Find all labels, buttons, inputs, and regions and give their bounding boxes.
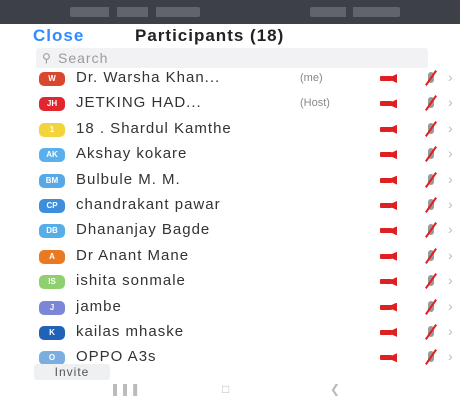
participant-row[interactable]: W Dr. Warsha Khan... (me) › [0, 66, 460, 91]
video-off-icon[interactable] [424, 222, 438, 239]
footer: Invite [0, 362, 460, 382]
participant-row[interactable]: Kkailas mhaske › [0, 320, 460, 345]
status-bar-right-icons [310, 7, 400, 17]
avatar: W [39, 72, 65, 86]
muted-mic-icon[interactable] [380, 226, 397, 234]
chevron-right-icon[interactable]: › [448, 94, 453, 110]
participant-name: Dr. Warsha Khan... [76, 69, 221, 86]
muted-mic-icon[interactable] [380, 201, 397, 209]
page-title: Participants (18) [135, 26, 285, 45]
participant-row[interactable]: JH JETKING HAD... (Host) › [0, 91, 460, 116]
avatar: BM [39, 173, 65, 188]
participant-row[interactable]: AK Akshay kokare › [0, 142, 460, 167]
video-off-icon[interactable] [424, 247, 438, 264]
participant-name: JETKING HAD... [76, 94, 202, 112]
muted-mic-icon[interactable] [380, 303, 397, 311]
participant-name: jambe [76, 297, 122, 315]
back-icon[interactable]: ❮ [330, 382, 340, 396]
video-off-icon[interactable] [424, 273, 438, 290]
avatar: DB [39, 224, 65, 239]
participant-role: (me) [300, 72, 323, 84]
chevron-right-icon[interactable]: › [448, 323, 453, 339]
chevron-right-icon[interactable]: › [448, 247, 453, 263]
participant-row[interactable]: BM Bulbule M. M. › [0, 168, 460, 193]
muted-mic-icon[interactable] [380, 328, 397, 336]
video-off-icon[interactable] [424, 171, 438, 188]
chevron-right-icon[interactable]: › [448, 69, 453, 85]
search-icon: ⚲ [42, 51, 51, 65]
avatar: K [39, 325, 65, 340]
system-nav-bar: ❚❚❚ □ ❮ [0, 382, 460, 396]
participant-name: kailas mhaske [76, 322, 185, 340]
chevron-right-icon[interactable]: › [448, 272, 453, 288]
participants-header: Close Participants (18) [0, 24, 460, 48]
participant-row[interactable]: Jjambe › [0, 295, 460, 320]
video-off-icon[interactable] [424, 197, 438, 213]
participant-name: 18 . Shardul Kamthe [76, 119, 232, 137]
participant-name: Dhananjay Bagde [76, 221, 211, 239]
muted-mic-icon[interactable] [380, 353, 397, 361]
chevron-right-icon[interactable]: › [448, 298, 453, 314]
search-input[interactable]: ⚲ Search [36, 48, 428, 68]
video-off-icon[interactable] [424, 146, 438, 163]
avatar: 1 [39, 122, 65, 137]
status-bar [0, 0, 460, 24]
muted-mic-icon[interactable] [380, 125, 397, 133]
avatar: A [39, 249, 65, 264]
search-placeholder: Search [58, 50, 109, 66]
video-off-icon[interactable] [424, 298, 438, 315]
participant-role: (Host) [300, 97, 330, 110]
participant-row[interactable]: DB Dhananjay Bagde › [0, 218, 460, 243]
status-bar-left-icons [70, 7, 200, 17]
chevron-right-icon[interactable]: › [448, 221, 453, 237]
avatar: J [39, 300, 65, 315]
chevron-right-icon[interactable]: › [448, 120, 453, 136]
chevron-right-icon[interactable]: › [448, 145, 453, 161]
chevron-right-icon[interactable]: › [448, 196, 453, 212]
participant-row[interactable]: 1 18 . Shardul Kamthe › [0, 117, 460, 142]
participant-row[interactable]: A Dr Anant Mane › [0, 244, 460, 269]
muted-mic-icon[interactable] [380, 74, 397, 82]
participant-name: Bulbule M. M. [76, 170, 181, 188]
home-icon[interactable]: □ [222, 382, 229, 396]
avatar: CP [39, 198, 65, 213]
avatar: JH [39, 97, 65, 112]
participant-list: W Dr. Warsha Khan... (me) › JH JETKING HAD...… [0, 66, 460, 371]
participant-name: Dr Anant Mane [76, 246, 190, 264]
muted-mic-icon[interactable] [380, 176, 397, 184]
video-off-icon[interactable] [424, 95, 438, 112]
participant-name: chandrakant pawar [76, 195, 221, 213]
participant-row[interactable]: CP chandrakant pawar › [0, 193, 460, 218]
participant-row[interactable]: IS ishita sonmale › [0, 269, 460, 294]
participant-name: ishita sonmale [76, 272, 186, 290]
muted-mic-icon[interactable] [380, 277, 397, 285]
avatar: AK [39, 148, 65, 163]
video-off-icon[interactable] [424, 323, 438, 340]
participant-name: Akshay kokare [76, 145, 188, 163]
invite-button[interactable]: Invite [34, 364, 110, 380]
muted-mic-icon[interactable] [380, 150, 397, 158]
close-button[interactable]: Close [33, 26, 84, 46]
avatar: IS [39, 275, 65, 290]
muted-mic-icon[interactable] [380, 99, 397, 107]
chevron-right-icon[interactable]: › [448, 171, 453, 187]
video-off-icon[interactable] [424, 120, 438, 137]
recent-apps-icon[interactable]: ❚❚❚ [110, 382, 140, 396]
muted-mic-icon[interactable] [380, 252, 397, 260]
video-off-icon[interactable] [424, 70, 438, 86]
